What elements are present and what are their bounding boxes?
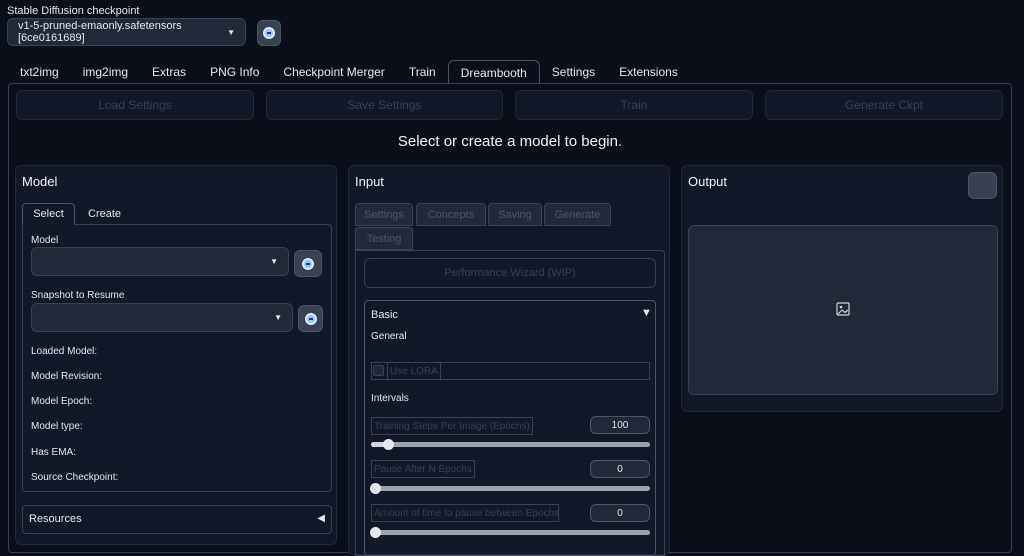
save-settings-button[interactable]: Save Settings	[266, 90, 503, 120]
tab-checkpoint-merger[interactable]: Checkpoint Merger	[271, 60, 396, 84]
training-steps-slider[interactable]	[371, 442, 650, 447]
input-tab-saving[interactable]: Saving	[488, 203, 542, 226]
resources-accordion[interactable]: Resources ◀	[22, 505, 332, 534]
output-card: Output	[681, 165, 1003, 412]
main-tabs: txt2img img2img Extras PNG Info Checkpoi…	[8, 60, 690, 84]
training-steps-handle[interactable]	[383, 439, 394, 450]
refresh-checkpoint-button[interactable]	[257, 20, 281, 46]
tab-train[interactable]: Train	[397, 60, 448, 84]
tab-extensions[interactable]: Extensions	[607, 60, 690, 84]
pause-time-handle[interactable]	[370, 527, 381, 538]
use-lora-label: Use LORA	[387, 362, 441, 380]
triangle-left-icon: ◀	[317, 513, 325, 524]
chevron-down-icon: ▼	[227, 27, 235, 37]
snapshot-dropdown[interactable]: ▼	[31, 303, 293, 332]
tab-dreambooth[interactable]: Dreambooth	[447, 60, 540, 84]
output-title: Output	[688, 174, 728, 189]
tab-select[interactable]: Select	[22, 203, 75, 225]
chevron-down-icon: ▼	[274, 313, 282, 322]
model-dropdown[interactable]: ▼	[31, 247, 289, 276]
loaded-model-label: Loaded Model:	[31, 346, 98, 357]
input-tab-testing[interactable]: Testing	[355, 227, 413, 250]
output-image-area[interactable]	[688, 225, 998, 395]
pause-time-slider[interactable]	[371, 530, 650, 535]
model-epoch-label: Model Epoch:	[31, 396, 93, 407]
source-checkpoint-label: Source Checkpoint:	[31, 472, 119, 483]
model-card: Model Select Create Model ▼ Snapshot to …	[15, 165, 337, 545]
refresh-icon	[263, 27, 275, 39]
pause-epochs-label: Pause After N Epochs	[371, 460, 475, 478]
snapshot-field-label: Snapshot to Resume	[31, 290, 125, 301]
tab-settings[interactable]: Settings	[540, 60, 607, 84]
load-settings-button[interactable]: Load Settings	[16, 90, 254, 120]
tab-img2img[interactable]: img2img	[71, 60, 140, 84]
general-label: General	[371, 331, 407, 342]
status-message: Select or create a model to begin.	[397, 133, 623, 150]
pause-time-input[interactable]: 0	[590, 504, 650, 522]
model-field-label: Model	[31, 235, 59, 246]
refresh-icon	[302, 257, 314, 270]
pause-epochs-slider[interactable]	[371, 486, 650, 491]
has-ema-label: Has EMA:	[31, 447, 77, 458]
model-title: Model	[22, 174, 58, 189]
training-steps-label: Training Steps Per Image (Epochs)	[371, 417, 533, 435]
train-button[interactable]: Train	[515, 90, 753, 120]
refresh-snapshot-button[interactable]	[298, 305, 323, 332]
basic-title[interactable]: Basic	[371, 309, 398, 321]
model-type-label: Model type:	[31, 421, 83, 432]
input-tab-settings[interactable]: Settings	[355, 203, 413, 226]
checkpoint-value: v1-5-pruned-emaonly.safetensors [6ce0161…	[18, 20, 182, 44]
performance-wizard-button[interactable]: Performance Wizard (WIP)	[364, 258, 656, 288]
tab-png-info[interactable]: PNG Info	[198, 60, 271, 84]
pause-time-label: Amount of time to pause between Epochs (…	[371, 504, 559, 522]
image-icon	[836, 301, 850, 319]
input-title: Input	[355, 174, 384, 189]
use-lora-checkbox[interactable]	[373, 365, 384, 376]
pause-epochs-input[interactable]: 0	[590, 460, 650, 478]
input-tab-concepts[interactable]: Concepts	[416, 203, 486, 226]
checkpoint-label: Stable Diffusion checkpoint	[7, 5, 140, 17]
resources-label: Resources	[29, 513, 82, 525]
refresh-icon	[304, 312, 317, 325]
close-output-button[interactable]	[968, 172, 997, 199]
generate-ckpt-button[interactable]: Generate Ckpt	[765, 90, 1003, 120]
chevron-down-icon: ▼	[270, 257, 278, 266]
refresh-model-button[interactable]	[294, 250, 322, 277]
tab-create[interactable]: Create	[88, 203, 121, 225]
pause-epochs-handle[interactable]	[370, 483, 381, 494]
intervals-label: Intervals	[371, 393, 409, 404]
tab-txt2img[interactable]: txt2img	[8, 60, 71, 84]
tab-extras[interactable]: Extras	[140, 60, 198, 84]
model-revision-label: Model Revision:	[31, 371, 103, 382]
triangle-down-icon[interactable]: ▼	[641, 307, 652, 319]
input-card: Input Settings Concepts Saving Generate …	[348, 165, 670, 556]
input-tab-generate[interactable]: Generate	[544, 203, 611, 226]
training-steps-input[interactable]: 100	[590, 416, 650, 434]
checkpoint-dropdown[interactable]: v1-5-pruned-emaonly.safetensors [6ce0161…	[7, 18, 246, 46]
